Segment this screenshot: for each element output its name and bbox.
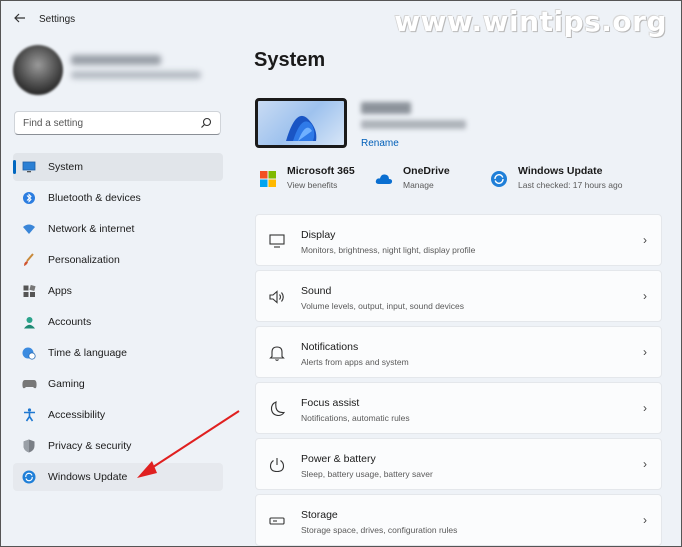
quick-link-title: OneDrive: [403, 165, 450, 177]
display-icon: [269, 234, 285, 248]
chevron-right-icon: ›: [643, 513, 647, 527]
avatar: [13, 45, 63, 95]
quick-link-title: Windows Update: [518, 165, 603, 177]
storage-icon: [269, 517, 285, 525]
card-title: Notifications: [301, 341, 359, 353]
quick-link-subtitle: Last checked: 17 hours ago: [518, 180, 623, 190]
page-title: System: [254, 49, 326, 71]
accessibility-icon: [21, 407, 37, 423]
watermark: www.wintips.org: [394, 5, 667, 38]
card-subtitle: Alerts from apps and system: [301, 357, 409, 367]
sidebar-item-network[interactable]: Network & internet: [13, 215, 223, 243]
quick-link-subtitle: View benefits: [287, 180, 338, 190]
card-subtitle: Volume levels, output, input, sound devi…: [301, 301, 465, 311]
speaker-icon: [269, 290, 284, 304]
search-icon: [201, 117, 212, 128]
title-bar: Settings www.wintips.org: [1, 1, 681, 38]
back-arrow-icon: [14, 13, 25, 23]
sidebar-item-label: System: [48, 161, 84, 173]
sidebar-item-accounts[interactable]: Accounts: [13, 308, 223, 336]
rename-link[interactable]: Rename: [361, 138, 399, 149]
chevron-right-icon: ›: [643, 289, 647, 303]
app-title: Settings: [39, 14, 76, 25]
card-subtitle: Sleep, battery usage, battery saver: [301, 469, 433, 479]
setting-card-focus-assist[interactable]: Focus assist Notifications, automatic ru…: [255, 382, 662, 434]
sidebar-item-label: Bluetooth & devices: [48, 192, 141, 204]
person-icon: [21, 314, 37, 330]
setting-card-sound[interactable]: Sound Volume levels, output, input, soun…: [255, 270, 662, 322]
back-button[interactable]: [13, 11, 27, 25]
quick-link-microsoft-365[interactable]: Microsoft 365 View benefits: [259, 165, 355, 195]
chevron-right-icon: ›: [643, 457, 647, 471]
sidebar-item-time-language[interactable]: Time & language: [13, 339, 223, 367]
bell-icon: [269, 346, 285, 361]
quick-link-windows-update[interactable]: Windows Update Last checked: 17 hours ag…: [490, 165, 622, 195]
user-profile[interactable]: [13, 45, 223, 105]
device-name-blurred: [361, 102, 411, 114]
sidebar-item-label: Accessibility: [48, 409, 106, 421]
sidebar-item-personalization[interactable]: Personalization: [13, 246, 223, 274]
sidebar-item-gaming[interactable]: Gaming: [13, 370, 223, 398]
power-icon: [269, 458, 285, 473]
brush-icon: [21, 252, 37, 268]
sidebar-item-windows-update[interactable]: Windows Update: [13, 463, 223, 491]
card-title: Display: [301, 229, 336, 241]
sidebar-item-label: Gaming: [48, 378, 85, 390]
setting-card-notifications[interactable]: Notifications Alerts from apps and syste…: [255, 326, 662, 378]
sidebar-item-accessibility[interactable]: Accessibility: [13, 401, 223, 429]
quick-link-subtitle: Manage: [403, 180, 434, 190]
controller-icon: [21, 376, 37, 392]
sidebar-nav: System Bluetooth & devices Network & int…: [13, 153, 223, 494]
globe-clock-icon: [21, 345, 37, 361]
wifi-icon: [21, 221, 37, 237]
sidebar-item-apps[interactable]: Apps: [13, 277, 223, 305]
device-wallpaper-thumbnail: [255, 98, 347, 148]
card-title: Storage: [301, 509, 338, 521]
cloud-icon: [375, 174, 393, 184]
settings-window: Settings www.wintips.org Find a setting …: [0, 0, 682, 547]
sidebar-item-label: Privacy & security: [48, 440, 132, 452]
card-subtitle: Storage space, drives, configuration rul…: [301, 525, 458, 535]
apps-icon: [21, 283, 37, 299]
shield-icon: [21, 438, 37, 454]
profile-name-blurred: [71, 55, 161, 65]
sidebar-item-bluetooth[interactable]: Bluetooth & devices: [13, 184, 223, 212]
setting-card-power-battery[interactable]: Power & battery Sleep, battery usage, ba…: [255, 438, 662, 490]
update-icon: [21, 469, 37, 485]
setting-card-display[interactable]: Display Monitors, brightness, night ligh…: [255, 214, 662, 266]
sidebar-item-label: Windows Update: [48, 471, 128, 483]
selected-indicator: [13, 160, 16, 174]
sidebar-item-label: Apps: [48, 285, 72, 297]
profile-email-blurred: [71, 71, 201, 79]
sidebar-item-label: Network & internet: [48, 223, 135, 235]
setting-card-storage[interactable]: Storage Storage space, drives, configura…: [255, 494, 662, 546]
card-subtitle: Monitors, brightness, night light, displ…: [301, 245, 476, 255]
sidebar-item-label: Time & language: [48, 347, 127, 359]
card-title: Sound: [301, 285, 332, 297]
sidebar-item-label: Accounts: [48, 316, 92, 328]
chevron-right-icon: ›: [643, 345, 647, 359]
quick-link-title: Microsoft 365: [287, 165, 355, 177]
sidebar-item-privacy-security[interactable]: Privacy & security: [13, 432, 223, 460]
chevron-right-icon: ›: [643, 233, 647, 247]
update-icon: [491, 171, 507, 187]
card-title: Focus assist: [301, 397, 360, 409]
monitor-icon: [21, 159, 37, 175]
chevron-right-icon: ›: [643, 401, 647, 415]
device-model-blurred: [361, 120, 466, 129]
card-subtitle: Notifications, automatic rules: [301, 413, 410, 423]
bluetooth-icon: [21, 190, 37, 206]
microsoft-logo-icon: [260, 171, 276, 187]
quick-link-onedrive[interactable]: OneDrive Manage: [375, 165, 450, 195]
sidebar-item-system[interactable]: System: [13, 153, 223, 181]
settings-list: Display Monitors, brightness, night ligh…: [255, 214, 662, 546]
sidebar-item-label: Personalization: [48, 254, 120, 266]
search-input[interactable]: Find a setting: [14, 111, 221, 135]
search-placeholder: Find a setting: [23, 118, 84, 129]
card-title: Power & battery: [301, 453, 376, 465]
moon-icon: [270, 401, 286, 417]
